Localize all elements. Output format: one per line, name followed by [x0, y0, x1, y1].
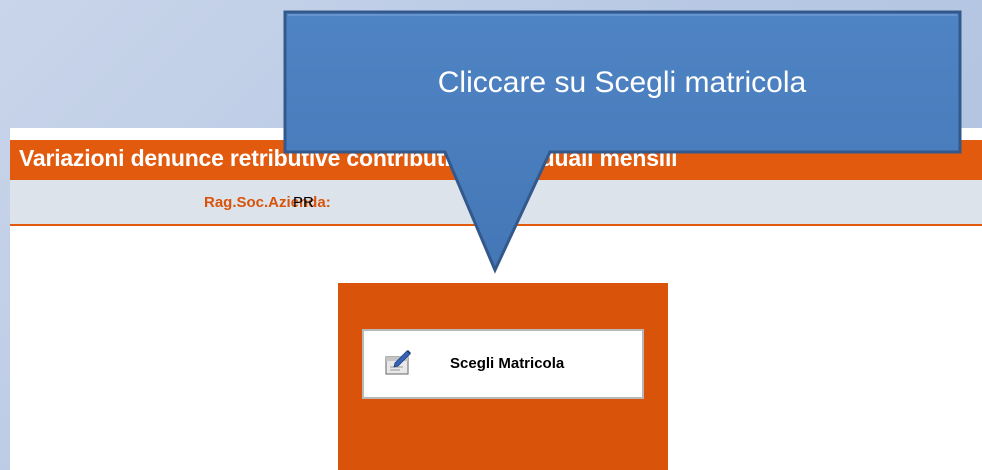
choose-matricola-label: Scegli Matricola — [450, 355, 565, 372]
company-name-value: PR — [293, 194, 314, 211]
page-title: Variazioni denunce retributive contribut… — [19, 145, 678, 171]
edit-icon — [385, 350, 411, 375]
callout-text: Cliccare su Scegli matricola — [437, 66, 807, 99]
choose-matricola-button[interactable]: Scegli Matricola — [362, 329, 644, 399]
app-window: Variazioni denunce retributive contribut… — [10, 128, 982, 470]
title-bar: Variazioni denunce retributive contribut… — [10, 140, 982, 180]
action-panel: Scegli Matricola — [338, 283, 668, 470]
company-info-bar: Rag.Soc.Azienda: PR — [10, 180, 982, 226]
